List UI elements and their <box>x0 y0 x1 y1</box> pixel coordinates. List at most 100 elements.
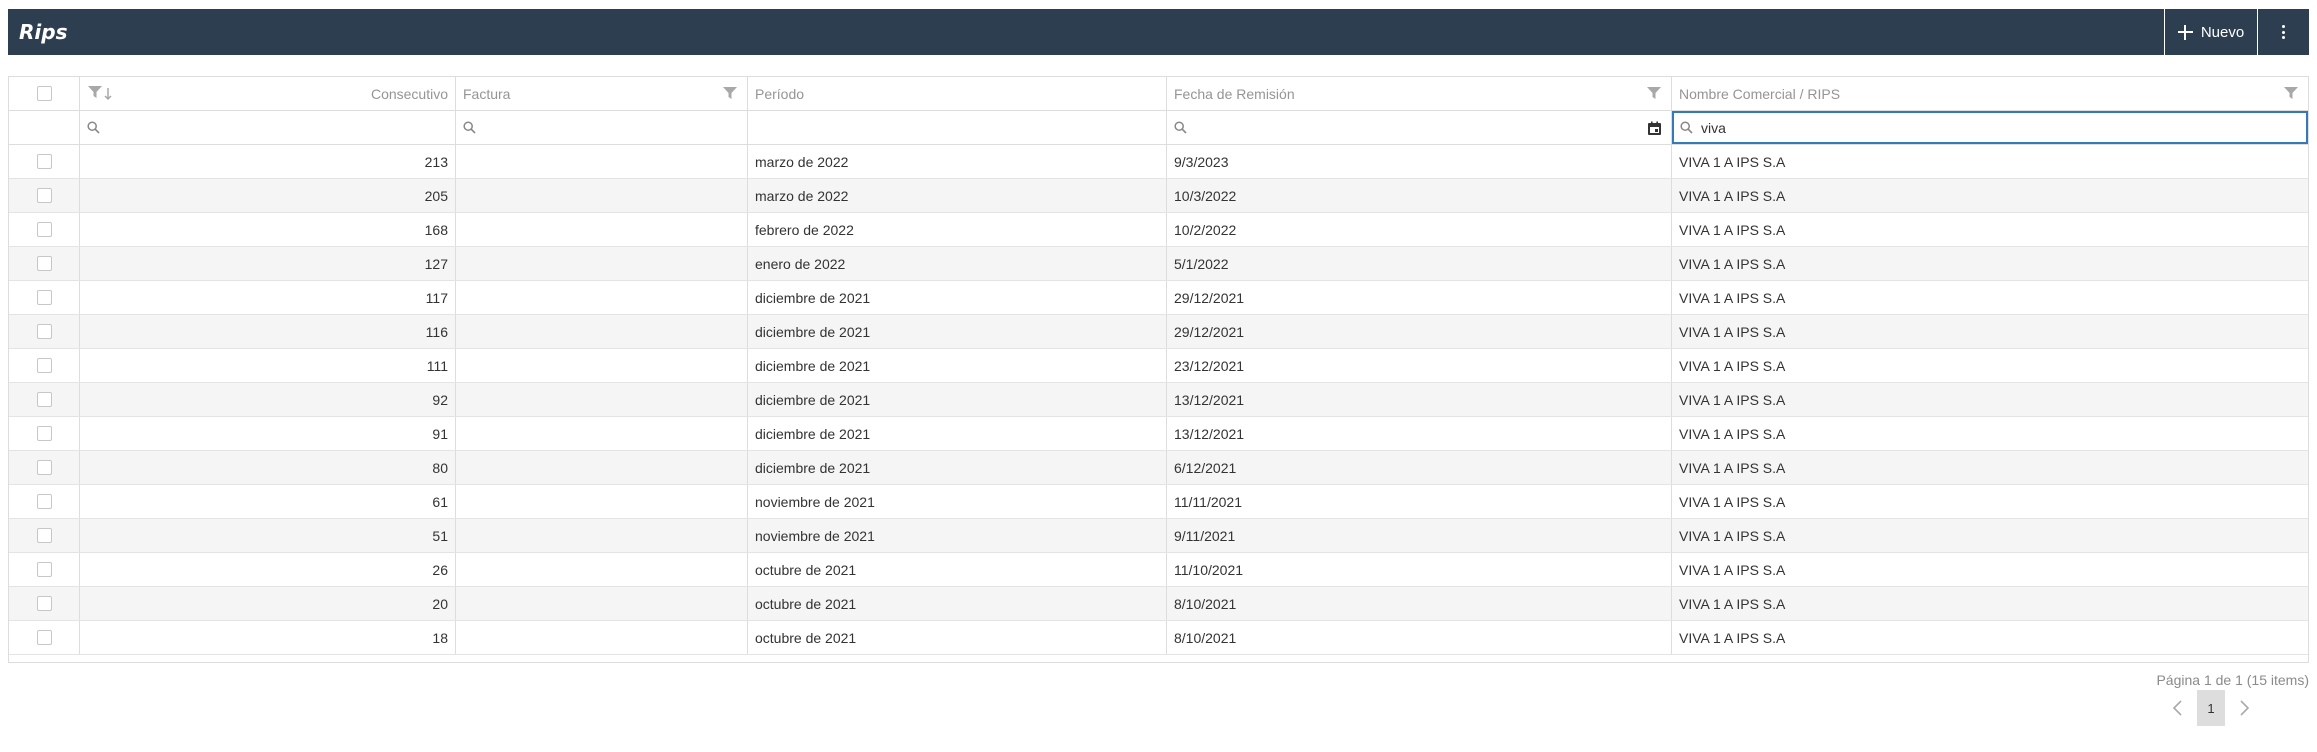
filter-icon[interactable] <box>88 85 102 102</box>
row-checkbox[interactable] <box>36 528 52 543</box>
filter-cell-periodo <box>748 111 1167 144</box>
select-all-cell <box>9 77 80 110</box>
table-row[interactable]: 116 diciembre de 2021 29/12/2021 VIVA 1 … <box>9 315 2308 349</box>
cell-nombre-comercial: VIVA 1 A IPS S.A <box>1679 221 1786 238</box>
cell-nombre-comercial: VIVA 1 A IPS S.A <box>1679 289 1786 306</box>
table-row[interactable]: 168 febrero de 2022 10/2/2022 VIVA 1 A I… <box>9 213 2308 247</box>
chevron-left-icon[interactable] <box>2171 699 2185 717</box>
row-checkbox[interactable] <box>36 426 52 441</box>
cell-periodo: diciembre de 2021 <box>748 349 1167 382</box>
cell-factura <box>456 315 748 348</box>
cell-fecha-remision: 11/11/2021 <box>1167 485 1672 518</box>
row-select-cell <box>9 383 80 416</box>
row-checkbox[interactable] <box>36 256 52 271</box>
cell-consecutivo: 168 <box>80 213 456 246</box>
filter-cell-fecha-remision <box>1167 111 1672 144</box>
table-row[interactable]: 26 octubre de 2021 11/10/2021 VIVA 1 A I… <box>9 553 2308 587</box>
table-row[interactable]: 20 octubre de 2021 8/10/2021 VIVA 1 A IP… <box>9 587 2308 621</box>
new-button[interactable]: Nuevo <box>2164 9 2257 55</box>
row-checkbox[interactable] <box>36 494 52 509</box>
table-row[interactable]: 111 diciembre de 2021 23/12/2021 VIVA 1 … <box>9 349 2308 383</box>
column-header-periodo[interactable]: Período <box>748 77 1167 110</box>
column-header-label: Consecutivo <box>370 85 448 102</box>
filter-icon[interactable] <box>723 86 737 100</box>
kebab-menu-icon <box>2282 25 2285 39</box>
cell-factura <box>456 145 748 178</box>
cell-fecha-remision: 9/11/2021 <box>1167 519 1672 552</box>
filter-input-factura[interactable] <box>484 111 740 144</box>
more-options-button[interactable] <box>2257 9 2309 55</box>
cell-consecutivo: 61 <box>80 485 456 518</box>
cell-fecha-remision: 9/3/2023 <box>1167 145 1672 178</box>
cell-factura <box>456 451 748 484</box>
filter-input-consecutivo[interactable] <box>108 111 448 144</box>
table-row[interactable]: 92 diciembre de 2021 13/12/2021 VIVA 1 A… <box>9 383 2308 417</box>
cell-consecutivo: 18 <box>80 621 456 654</box>
filter-input-fecha-remision[interactable] <box>1195 111 1664 144</box>
row-checkbox[interactable] <box>36 460 52 475</box>
cell-periodo: noviembre de 2021 <box>748 519 1167 552</box>
cell-nombre-comercial: VIVA 1 A IPS S.A <box>1679 459 1786 476</box>
row-select-cell <box>9 621 80 654</box>
cell-factura <box>456 179 748 212</box>
page-number-button[interactable]: 1 <box>2197 690 2225 726</box>
cell-fecha-remision: 8/10/2021 <box>1167 587 1672 620</box>
column-header-consecutivo[interactable]: Consecutivo <box>80 77 456 110</box>
table-row[interactable]: 127 enero de 2022 5/1/2022 VIVA 1 A IPS … <box>9 247 2308 281</box>
chevron-right-icon[interactable] <box>2237 699 2251 717</box>
filter-input-nombre-comercial[interactable] <box>1701 113 2300 142</box>
table-row[interactable]: 205 marzo de 2022 10/3/2022 VIVA 1 A IPS… <box>9 179 2308 213</box>
table-row[interactable]: 18 octubre de 2021 8/10/2021 VIVA 1 A IP… <box>9 621 2308 655</box>
grid-header: Consecutivo Factura Período Fecha de Rem… <box>9 77 2308 111</box>
cell-fecha-remision: 23/12/2021 <box>1167 349 1672 382</box>
cell-fecha-remision: 8/10/2021 <box>1167 621 1672 654</box>
column-header-label: Nombre Comercial / RIPS <box>1679 85 1841 102</box>
select-all-checkbox[interactable] <box>36 86 52 101</box>
column-header-nombre-comercial[interactable]: Nombre Comercial / RIPS <box>1672 77 2308 110</box>
filter-cell-consecutivo <box>80 111 456 144</box>
column-header-fecha-remision[interactable]: Fecha de Remisión <box>1167 77 1672 110</box>
search-icon <box>87 121 100 134</box>
row-checkbox[interactable] <box>36 392 52 407</box>
plus-icon <box>2177 24 2193 40</box>
cell-fecha-remision: 10/3/2022 <box>1167 179 1672 212</box>
row-checkbox[interactable] <box>36 562 52 577</box>
cell-fecha-remision: 5/1/2022 <box>1167 247 1672 280</box>
column-header-factura[interactable]: Factura <box>456 77 748 110</box>
filter-icon[interactable] <box>2284 86 2298 100</box>
column-header-label: Período <box>755 85 805 102</box>
pager-info: Página 1 de 1 (15 items) <box>2156 672 2309 688</box>
data-grid: Consecutivo Factura Período Fecha de Rem… <box>8 76 2309 663</box>
row-checkbox[interactable] <box>36 154 52 169</box>
calendar-icon[interactable] <box>1647 121 1662 136</box>
cell-factura <box>456 485 748 518</box>
row-checkbox[interactable] <box>36 222 52 237</box>
row-checkbox[interactable] <box>36 358 52 373</box>
table-row[interactable]: 117 diciembre de 2021 29/12/2021 VIVA 1 … <box>9 281 2308 315</box>
row-checkbox[interactable] <box>36 324 52 339</box>
table-row[interactable]: 213 marzo de 2022 9/3/2023 VIVA 1 A IPS … <box>9 145 2308 179</box>
cell-fecha-remision: 13/12/2021 <box>1167 383 1672 416</box>
table-row[interactable]: 91 diciembre de 2021 13/12/2021 VIVA 1 A… <box>9 417 2308 451</box>
row-checkbox[interactable] <box>36 596 52 611</box>
cell-nombre-comercial: VIVA 1 A IPS S.A <box>1679 357 1786 374</box>
pager: 1 <box>2171 690 2251 726</box>
row-checkbox[interactable] <box>36 188 52 203</box>
table-row[interactable]: 80 diciembre de 2021 6/12/2021 VIVA 1 A … <box>9 451 2308 485</box>
row-select-cell <box>9 247 80 280</box>
cell-periodo: diciembre de 2021 <box>748 417 1167 450</box>
cell-periodo: octubre de 2021 <box>748 587 1167 620</box>
cell-nombre-comercial: VIVA 1 A IPS S.A <box>1679 153 1786 170</box>
search-icon <box>1174 121 1187 134</box>
cell-periodo: octubre de 2021 <box>748 621 1167 654</box>
table-row[interactable]: 51 noviembre de 2021 9/11/2021 VIVA 1 A … <box>9 519 2308 553</box>
row-checkbox[interactable] <box>36 290 52 305</box>
column-header-label: Fecha de Remisión <box>1174 85 1295 102</box>
filter-icon[interactable] <box>1647 86 1661 100</box>
cell-consecutivo: 80 <box>80 451 456 484</box>
row-checkbox[interactable] <box>36 630 52 645</box>
toolbar: Rips Nuevo <box>8 9 2309 55</box>
table-row[interactable]: 61 noviembre de 2021 11/11/2021 VIVA 1 A… <box>9 485 2308 519</box>
cell-consecutivo: 127 <box>80 247 456 280</box>
filter-cell-factura <box>456 111 748 144</box>
